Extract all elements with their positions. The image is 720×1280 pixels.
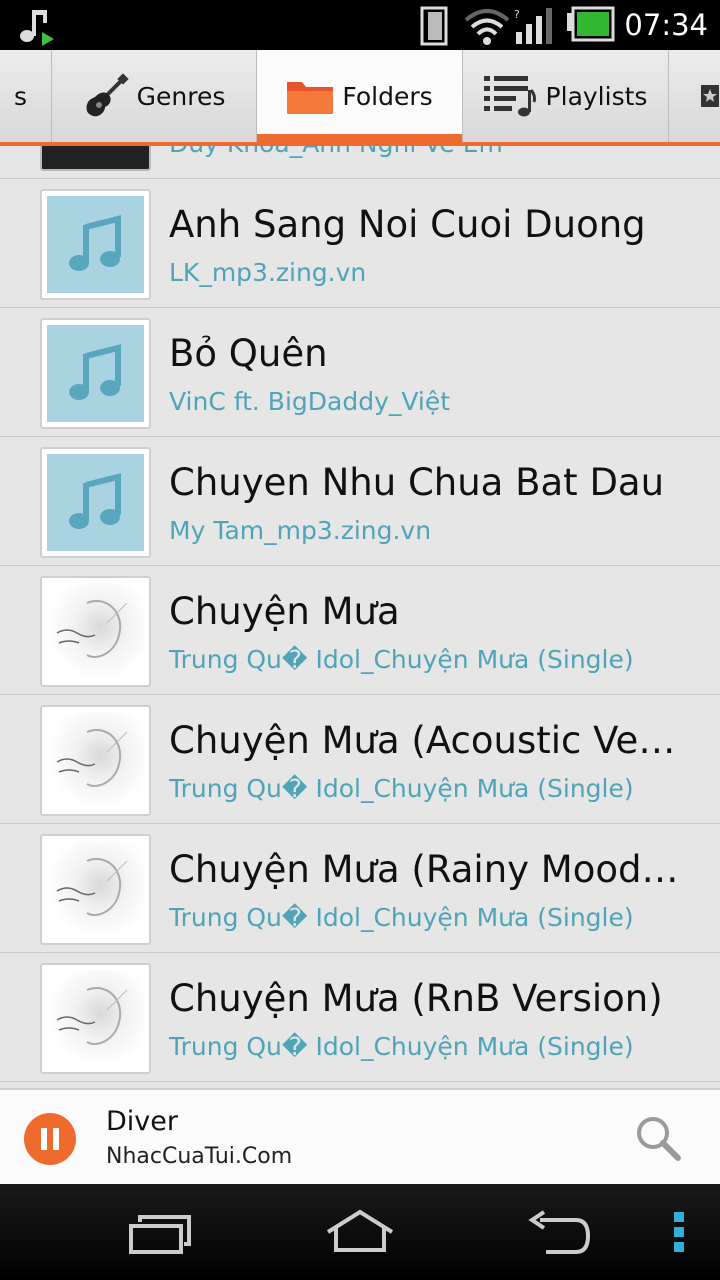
- tab-genres[interactable]: Genres: [52, 50, 257, 142]
- song-list[interactable]: Duy Khoa_Anh Nghi Ve Em Anh Sang Noi Cuo…: [0, 146, 720, 1088]
- album-art: [40, 963, 151, 1074]
- song-title: Anh Sang Noi Cuoi Duong: [169, 203, 646, 246]
- song-artist: VinC ft. BigDaddy_Việt: [169, 387, 451, 416]
- album-art: [40, 576, 151, 687]
- svg-text:?: ?: [514, 8, 520, 21]
- song-artist: Trung Qu� Idol_Chuyện Mưa (Single): [169, 903, 634, 932]
- clock: 07:34: [624, 8, 708, 42]
- folder-icon: [287, 82, 334, 114]
- song-title: Chuyện Mưa (Rainy Mood …: [169, 848, 679, 891]
- recent-apps-icon[interactable]: [128, 1214, 192, 1254]
- album-art: [40, 146, 151, 171]
- song-artist: Trung Qu� Idol_Chuyện Mưa (Single): [169, 774, 634, 803]
- album-art: [40, 834, 151, 945]
- status-bar: ? 07:34: [0, 0, 720, 50]
- tab-artists[interactable]: s: [0, 50, 52, 142]
- album-cover-icon: [56, 987, 128, 1045]
- song-title: Chuyện Mưa (RnB Version): [169, 977, 663, 1020]
- album-art: [40, 705, 151, 816]
- back-icon[interactable]: [526, 1210, 592, 1256]
- search-icon[interactable]: [634, 1114, 682, 1162]
- list-item[interactable]: Chuyện Mưa (RnB Version) Trung Qu� Idol_…: [0, 953, 720, 1082]
- music-note-icon: [20, 10, 54, 46]
- music-note-icon: [68, 472, 121, 529]
- song-title: Chuyện Mưa (Acoustic Ver…: [169, 719, 679, 762]
- album-cover-icon: [56, 858, 128, 916]
- album-art: [40, 318, 151, 429]
- list-item[interactable]: Anh Sang Noi Cuoi Duong LK_mp3.zing.vn: [0, 179, 720, 308]
- battery-icon: [567, 6, 615, 42]
- list-item[interactable]: Chuyen Nhu Chua Bat Dau My Tam_mp3.zing.…: [0, 437, 720, 566]
- tab-playlists[interactable]: Playlists: [463, 50, 669, 142]
- signal-icon: ?: [514, 8, 552, 44]
- pause-button[interactable]: [24, 1113, 76, 1165]
- sim-icon: [420, 6, 448, 46]
- playlist-icon: [483, 76, 536, 117]
- song-title: Chuyen Nhu Chua Bat Dau: [169, 461, 665, 504]
- guitar-icon: [86, 73, 129, 117]
- list-item[interactable]: Chuyện Mưa (Acoustic Ver… Trung Qu� Idol…: [0, 695, 720, 824]
- home-icon[interactable]: [324, 1208, 396, 1254]
- pause-icon: [41, 1128, 47, 1150]
- song-title: Chuyện Mưa: [169, 590, 400, 633]
- list-item[interactable]: Chuyện Mưa Trung Qu� Idol_Chuyện Mưa (Si…: [0, 566, 720, 695]
- music-note-icon: [68, 343, 121, 400]
- menu-icon[interactable]: [672, 1210, 688, 1254]
- song-artist: Trung Qu� Idol_Chuyện Mưa (Single): [169, 1032, 634, 1061]
- song-artist: My Tam_mp3.zing.vn: [169, 516, 432, 545]
- now-playing-bar[interactable]: Diver NhacCuaTui.Com: [0, 1088, 720, 1184]
- tab-favorites[interactable]: [669, 50, 720, 142]
- album-cover-icon: [56, 729, 128, 787]
- now-playing-artist: NhacCuaTui.Com: [106, 1144, 293, 1169]
- song-artist: LK_mp3.zing.vn: [169, 258, 367, 287]
- navigation-bar: [0, 1184, 720, 1280]
- star-icon: [701, 85, 719, 107]
- song-title: Bỏ Quên: [169, 332, 328, 375]
- music-note-icon: [68, 214, 121, 271]
- now-playing-title: Diver: [106, 1106, 178, 1137]
- list-item[interactable]: Duy Khoa_Anh Nghi Ve Em: [0, 146, 720, 179]
- album-art: [40, 189, 151, 300]
- song-artist: Trung Qu� Idol_Chuyện Mưa (Single): [169, 645, 634, 674]
- wifi-icon: [464, 9, 510, 45]
- album-cover-icon: [56, 600, 128, 658]
- list-item[interactable]: Bỏ Quên VinC ft. BigDaddy_Việt: [0, 308, 720, 437]
- tab-folders[interactable]: Folders: [257, 50, 463, 142]
- list-item[interactable]: Chuyện Mưa (Rainy Mood … Trung Qu� Idol_…: [0, 824, 720, 953]
- tab-bar: s Genres Folders Playlists: [0, 50, 720, 146]
- album-art: [40, 447, 151, 558]
